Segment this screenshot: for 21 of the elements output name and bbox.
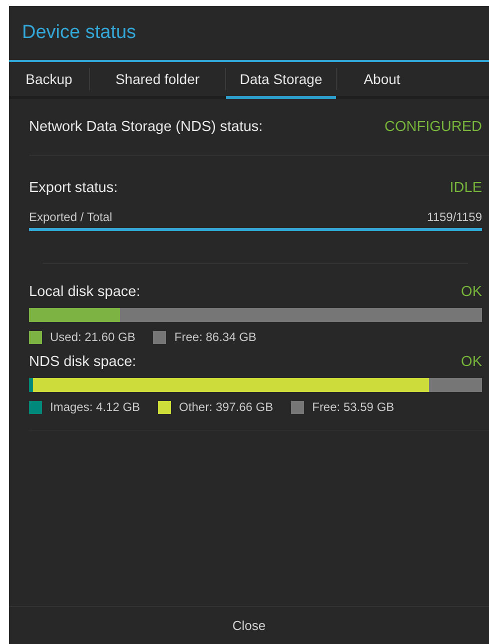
disk-label: Local disk space: <box>29 284 140 300</box>
progress-label: Exported / Total <box>29 210 112 224</box>
status-label: Network Data Storage (NDS) status: <box>29 119 263 135</box>
status-value: IDLE <box>450 180 482 196</box>
legend-label: Free: 86.34 GB <box>174 330 256 344</box>
disk-status: OK <box>461 354 482 370</box>
close-button[interactable]: Close <box>9 607 489 644</box>
legend-label: Used: 21.60 GB <box>50 330 136 344</box>
legend-label: Images: 4.12 GB <box>50 400 140 414</box>
tab[interactable]: Backup <box>9 62 89 99</box>
status-value: CONFIGURED <box>384 119 482 135</box>
tab[interactable]: About <box>337 62 427 99</box>
tab[interactable]: Data Storage <box>226 62 336 99</box>
status-label: Export status: <box>29 180 118 196</box>
disk-status: OK <box>461 284 482 300</box>
disk-label: NDS disk space: <box>29 354 136 370</box>
legend-label: Free: 53.59 GB <box>312 400 394 414</box>
legend-label: Other: 397.66 GB <box>179 400 274 414</box>
window-title: Device status <box>22 22 136 44</box>
tab[interactable]: Shared folder <box>90 62 225 99</box>
progress-reading: 1159/1159 <box>427 210 482 224</box>
